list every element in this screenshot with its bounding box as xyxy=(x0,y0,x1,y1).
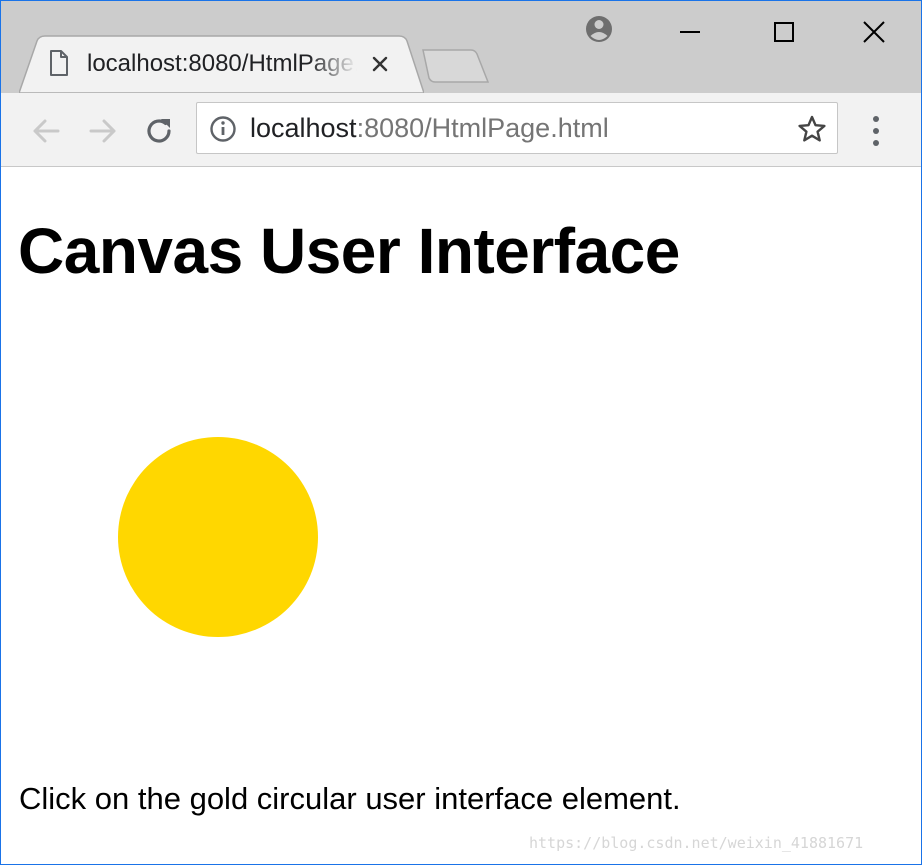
minimize-icon[interactable] xyxy=(667,9,713,55)
title-bar: localhost:8080/HtmlPage.html xyxy=(1,1,921,93)
instruction-text: Click on the gold circular user interfac… xyxy=(19,781,681,816)
page-title: Canvas User Interface xyxy=(18,215,680,287)
gold-circle-element[interactable] xyxy=(118,437,318,637)
reload-icon[interactable] xyxy=(141,113,177,149)
address-text[interactable]: localhost:8080/HtmlPage.html xyxy=(250,111,609,145)
address-path: :8080/HtmlPage.html xyxy=(356,113,609,143)
arrow-right-icon[interactable] xyxy=(85,113,121,149)
watermark: https://blog.csdn.net/weixin_41881671 xyxy=(529,834,864,852)
address-host: localhost xyxy=(250,113,357,143)
address-bar[interactable]: localhost:8080/HtmlPage.html xyxy=(196,102,838,154)
browser-toolbar: localhost:8080/HtmlPage.html xyxy=(1,93,921,167)
tab-close-icon[interactable] xyxy=(369,53,391,75)
page-content: Canvas User Interface Click on the gold … xyxy=(1,167,921,864)
canvas[interactable] xyxy=(18,317,438,737)
arrow-left-icon[interactable] xyxy=(28,113,64,149)
close-icon[interactable] xyxy=(851,9,897,55)
browser-window: localhost:8080/HtmlPage.html xyxy=(0,0,922,865)
active-tab[interactable]: localhost:8080/HtmlPage.html xyxy=(19,35,424,93)
info-icon[interactable] xyxy=(209,115,237,143)
tab-title: localhost:8080/HtmlPage.html xyxy=(87,50,357,77)
account-circle-icon[interactable] xyxy=(576,9,622,55)
new-tab-button[interactable] xyxy=(421,49,491,83)
maximize-icon[interactable] xyxy=(761,9,807,55)
vertical-dots-icon[interactable] xyxy=(861,113,891,149)
star-icon[interactable] xyxy=(797,114,827,144)
file-icon xyxy=(50,50,68,76)
